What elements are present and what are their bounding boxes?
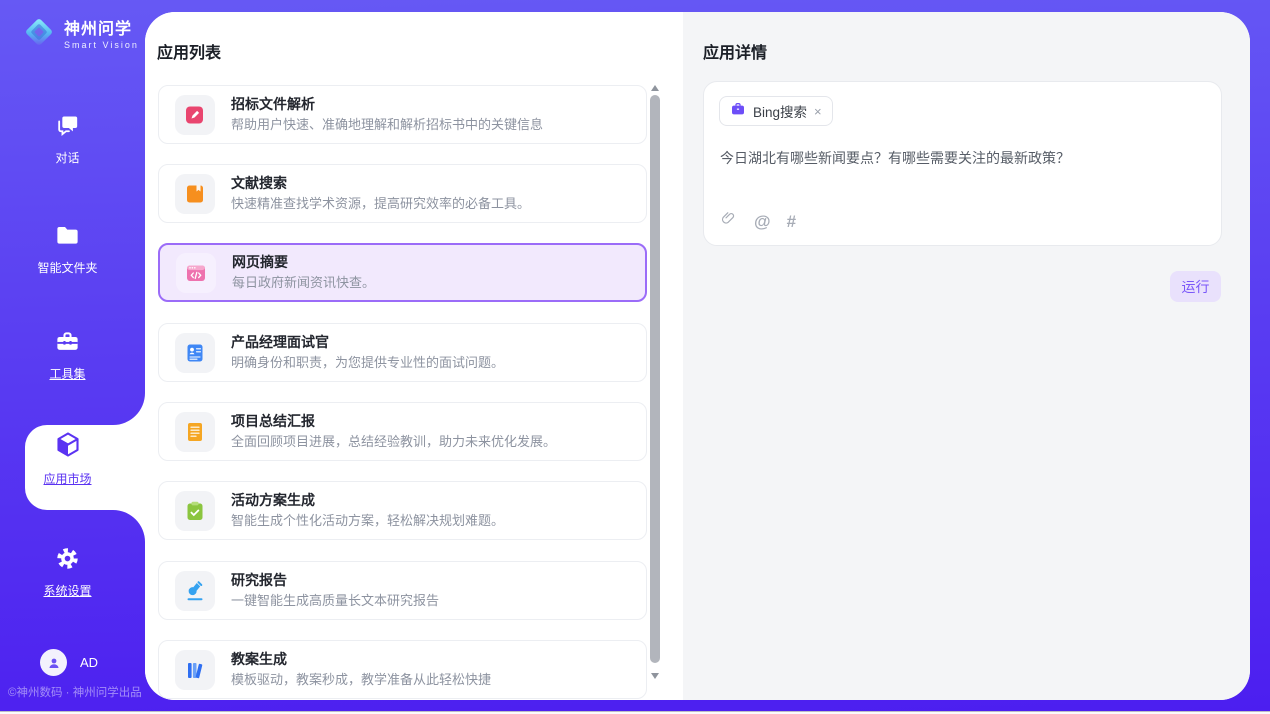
app-name: 文献搜索 — [231, 173, 530, 193]
research-icon — [175, 571, 215, 611]
attachment-icon[interactable] — [720, 210, 738, 233]
app-name: 教案生成 — [231, 649, 491, 669]
app-desc: 明确身份和职责，为您提供专业性的面试问题。 — [231, 354, 504, 373]
app-list-title: 应用列表 — [157, 39, 221, 63]
app-desc: 帮助用户快速、准确地理解和解析招标书中的关键信息 — [231, 116, 543, 135]
app-desc: 每日政府新闻资讯快查。 — [232, 274, 375, 293]
sidebar-item-app-market[interactable]: 应用市场 — [0, 430, 135, 487]
gear-icon — [54, 559, 81, 576]
briefcase-icon — [730, 101, 746, 122]
clipboard-icon — [175, 491, 215, 531]
query-text[interactable]: 今日湖北有哪些新闻要点？有哪些需要关注的最新政策？ — [720, 148, 1200, 169]
scroll-down-icon[interactable] — [651, 673, 659, 679]
webpage-icon — [176, 253, 216, 293]
app-card-pm-interviewer[interactable]: 产品经理面试官 明确身份和职责，为您提供专业性的面试问题。 — [158, 323, 647, 382]
app-desc: 智能生成个性化活动方案，轻松解决规划难题。 — [231, 512, 504, 531]
sidebar-item-label: 对话 — [0, 149, 135, 166]
tool-tag-label: Bing搜索 — [753, 101, 807, 121]
toolbox-icon — [54, 342, 81, 359]
chat-icon — [54, 126, 81, 143]
app-name: 研究报告 — [231, 570, 439, 590]
user-initials: AD — [80, 655, 98, 670]
sidebar-item-smart-folders[interactable]: 智能文件夹 — [0, 222, 135, 276]
sidebar-item-chat[interactable]: 对话 — [0, 112, 135, 166]
tool-tag-bing-search[interactable]: Bing搜索 × — [719, 96, 833, 126]
brand-name: 神州问学 — [64, 15, 139, 39]
book-icon — [175, 174, 215, 214]
sidebar-item-settings[interactable]: 系统设置 — [0, 545, 135, 599]
app-card-event-plan[interactable]: 活动方案生成 智能生成个性化活动方案，轻松解决规划难题。 — [158, 481, 647, 540]
app-desc: 一键智能生成高质量长文本研究报告 — [231, 592, 439, 611]
sidebar-footer: ©神州数码 · 神州问学出品 — [8, 684, 142, 700]
query-composer[interactable]: Bing搜索 × 今日湖北有哪些新闻要点？有哪些需要关注的最新政策？ @ # — [703, 81, 1222, 246]
mention-icon[interactable]: @ — [754, 212, 771, 232]
app-list-panel: 应用列表 招标文件解析 帮助用户快速、准确地理解和解析招标书中的关键信息 文献搜… — [145, 12, 683, 700]
app-desc: 模板驱动，教案秒成，教学准备从此轻松快捷 — [231, 671, 491, 690]
composer-toolbar: @ # — [720, 210, 796, 233]
cube-icon — [53, 447, 83, 464]
sidebar-item-label: 智能文件夹 — [0, 259, 135, 276]
user-account[interactable]: AD — [40, 649, 98, 676]
app-name: 招标文件解析 — [231, 94, 543, 114]
avatar[interactable] — [40, 649, 67, 676]
app-detail-title: 应用详情 — [703, 39, 767, 63]
edit-doc-icon — [175, 95, 215, 135]
topic-icon[interactable]: # — [787, 212, 796, 232]
app-desc: 全面回顾项目进展，总结经验教训，助力未来优化发展。 — [231, 433, 556, 452]
scroll-up-icon[interactable] — [651, 85, 659, 91]
brand-diamond-icon — [20, 13, 58, 51]
brand-logo: 神州问学 Smart Vision — [20, 13, 139, 51]
folder-icon — [54, 236, 81, 253]
books-icon — [175, 650, 215, 690]
app-card-project-summary[interactable]: 项目总结汇报 全面回顾项目进展，总结经验教训，助力未来优化发展。 — [158, 402, 647, 461]
app-list-scrollbar[interactable] — [649, 83, 661, 681]
interview-icon — [175, 333, 215, 373]
app-card-bid-parse[interactable]: 招标文件解析 帮助用户快速、准确地理解和解析招标书中的关键信息 — [158, 85, 647, 144]
app-card-lesson-plan[interactable]: 教案生成 模板驱动，教案秒成，教学准备从此轻松快捷 — [158, 640, 647, 699]
sidebar-item-toolset[interactable]: 工具集 — [0, 328, 135, 382]
app-name: 产品经理面试官 — [231, 332, 504, 352]
scrollbar-thumb[interactable] — [650, 95, 660, 663]
app-card-literature-search[interactable]: 文献搜索 快速精准查找学术资源，提高研究效率的必备工具。 — [158, 164, 647, 223]
person-icon — [46, 655, 62, 671]
sidebar: 神州问学 Smart Vision 对话 智能文件夹 工具集 应用市场 系统设置 — [0, 0, 145, 714]
app-desc: 快速精准查找学术资源，提高研究效率的必备工具。 — [231, 195, 530, 214]
app-card-webpage-summary[interactable]: 网页摘要 每日政府新闻资讯快查。 — [158, 243, 647, 302]
run-button[interactable]: 运行 — [1170, 271, 1221, 302]
app-card-research-report[interactable]: 研究报告 一键智能生成高质量长文本研究报告 — [158, 561, 647, 620]
sidebar-item-label: 应用市场 — [0, 470, 135, 487]
main-content: 应用列表 招标文件解析 帮助用户快速、准确地理解和解析招标书中的关键信息 文献搜… — [145, 12, 1250, 700]
brand-subtitle: Smart Vision — [64, 40, 139, 50]
report-doc-icon — [175, 412, 215, 452]
app-name: 活动方案生成 — [231, 490, 504, 510]
app-detail-panel: 应用详情 Bing搜索 × 今日湖北有哪些新闻要点？有哪些需要关注的最新政策？ … — [683, 12, 1250, 700]
sidebar-item-label: 工具集 — [0, 365, 135, 382]
app-name: 网页摘要 — [232, 252, 375, 272]
close-icon[interactable]: × — [814, 104, 822, 119]
app-name: 项目总结汇报 — [231, 411, 556, 431]
sidebar-item-label: 系统设置 — [0, 582, 135, 599]
